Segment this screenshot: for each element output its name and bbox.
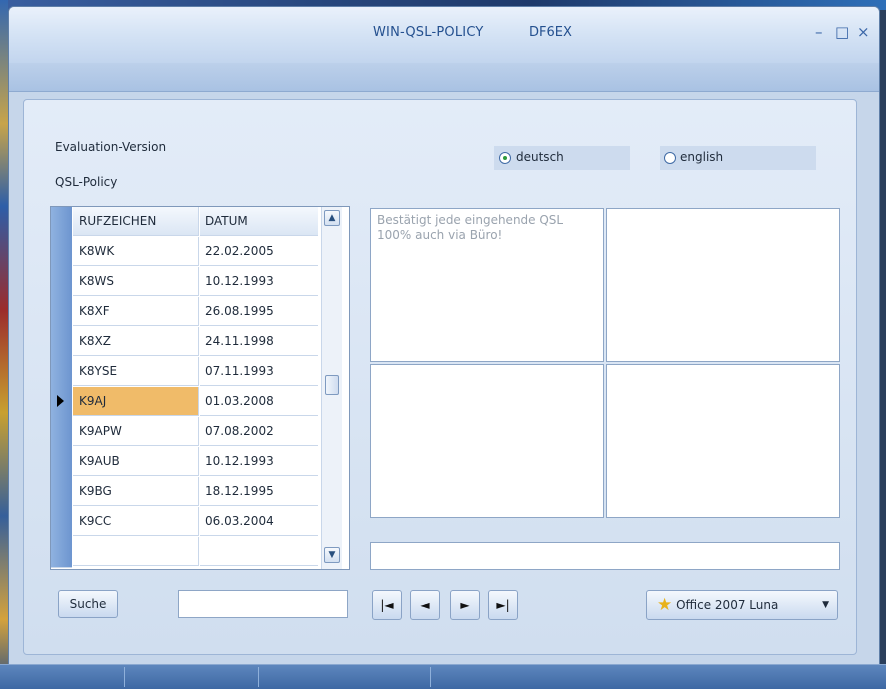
language-option-deutsch[interactable]: deutsch — [494, 146, 630, 170]
row-header — [51, 537, 72, 568]
last-record-button[interactable]: ►| — [488, 590, 518, 620]
close-button[interactable]: × — [857, 23, 870, 41]
taskbar-divider — [430, 667, 431, 687]
qsl-image-panel-3 — [606, 364, 840, 518]
cell-date[interactable]: 22.02.2005 — [200, 237, 318, 266]
table-row-selected[interactable]: K9AJ 01.03.2008 — [51, 387, 329, 418]
cell-callsign — [73, 537, 199, 566]
search-input[interactable] — [178, 590, 348, 618]
cell-callsign[interactable]: K8XZ — [73, 327, 199, 356]
cell-callsign[interactable]: K8XF — [73, 297, 199, 326]
scroll-down-icon[interactable]: ▼ — [324, 547, 340, 563]
row-header[interactable] — [51, 447, 72, 478]
minimize-button[interactable]: – — [815, 23, 823, 41]
language-label-english: english — [680, 150, 724, 164]
status-field — [370, 542, 840, 570]
table-row[interactable]: K8YSE 07.11.1993 — [51, 357, 329, 388]
cell-date[interactable]: 10.12.1993 — [200, 447, 318, 476]
taskbar-divider — [258, 667, 259, 687]
row-header[interactable] — [51, 267, 72, 298]
scroll-thumb[interactable] — [325, 375, 339, 395]
qsl-image-panel-2 — [370, 364, 604, 518]
language-option-english[interactable]: english — [660, 146, 816, 170]
cell-date[interactable]: 24.11.1998 — [200, 327, 318, 356]
current-row-arrow-icon — [57, 395, 64, 407]
star-icon: ★ — [657, 595, 673, 615]
table-row[interactable]: K9AUB 10.12.1993 — [51, 447, 329, 478]
table-row[interactable]: K9APW 07.08.2002 — [51, 417, 329, 448]
cell-callsign[interactable]: K9APW — [73, 417, 199, 446]
cell-callsign[interactable]: K8WK — [73, 237, 199, 266]
row-header[interactable] — [51, 417, 72, 448]
table-row[interactable]: K8XF 26.08.1995 — [51, 297, 329, 328]
qsl-image-panel-1 — [606, 208, 840, 362]
evaluation-label: Evaluation-Version — [55, 140, 167, 154]
cell-callsign[interactable]: K9BG — [73, 477, 199, 506]
table-row-partial — [51, 537, 329, 568]
cell-date[interactable]: 10.12.1993 — [200, 267, 318, 296]
maximize-button[interactable]: □ — [835, 23, 849, 41]
table-row[interactable]: K8WS 10.12.1993 — [51, 267, 329, 298]
scroll-up-icon[interactable]: ▲ — [324, 210, 340, 226]
grid-vertical-scrollbar[interactable]: ▲ ▼ — [321, 207, 342, 569]
radio-english[interactable] — [664, 152, 676, 164]
cell-date[interactable]: 18.12.1995 — [200, 477, 318, 506]
column-header-rufzeichen[interactable]: RUFZEICHEN — [73, 207, 199, 236]
callsign-grid[interactable]: RUFZEICHEN DATUM K8WK 22.02.2005 K8WS 10… — [50, 206, 350, 570]
row-header[interactable] — [51, 357, 72, 388]
taskbar — [0, 664, 886, 689]
window-title: WIN-QSL-POLICY — [373, 25, 484, 40]
language-label-deutsch: deutsch — [516, 150, 564, 164]
theme-dropdown[interactable]: ★ Office 2007 Luna ▼ — [646, 590, 838, 620]
chevron-down-icon: ▼ — [822, 600, 829, 610]
row-header[interactable] — [51, 237, 72, 268]
title-bar: WIN-QSL-POLICY DF6EX – □ × — [9, 7, 879, 64]
first-record-button[interactable]: |◄ — [372, 590, 402, 620]
cell-date[interactable]: 07.11.1993 — [200, 357, 318, 386]
cell-date[interactable]: 26.08.1995 — [200, 297, 318, 326]
ribbon-bar — [9, 63, 879, 92]
desktop-background-left — [0, 0, 8, 688]
policy-text: Bestätigt jede eingehende QSL 100% auch … — [377, 213, 564, 242]
cell-callsign[interactable]: K8YSE — [73, 357, 199, 386]
row-header[interactable] — [51, 507, 72, 538]
cell-callsign[interactable]: K9AUB — [73, 447, 199, 476]
table-row[interactable]: K9CC 06.03.2004 — [51, 507, 329, 538]
policy-text-panel: Bestätigt jede eingehende QSL 100% auch … — [370, 208, 604, 362]
qsl-policy-label: QSL-Policy — [55, 175, 118, 189]
row-header[interactable] — [51, 477, 72, 508]
next-record-button[interactable]: ► — [450, 590, 480, 620]
row-header[interactable] — [51, 297, 72, 328]
cell-date[interactable]: 06.03.2004 — [200, 507, 318, 536]
cell-callsign[interactable]: K8WS — [73, 267, 199, 296]
previous-record-button[interactable]: ◄ — [410, 590, 440, 620]
taskbar-divider — [124, 667, 125, 687]
row-header[interactable] — [51, 387, 72, 418]
table-row[interactable]: K9BG 18.12.1995 — [51, 477, 329, 508]
window-callsign: DF6EX — [529, 25, 572, 40]
grid-header-row: RUFZEICHEN DATUM — [51, 207, 329, 238]
table-row[interactable]: K8WK 22.02.2005 — [51, 237, 329, 268]
search-button[interactable]: Suche — [58, 590, 118, 618]
cell-callsign[interactable]: K9CC — [73, 507, 199, 536]
cell-date — [200, 537, 318, 566]
table-row[interactable]: K8XZ 24.11.1998 — [51, 327, 329, 358]
cell-callsign[interactable]: K9AJ — [73, 387, 199, 416]
radio-deutsch[interactable] — [499, 152, 511, 164]
theme-label: Office 2007 Luna — [676, 598, 779, 612]
cell-date[interactable]: 07.08.2002 — [200, 417, 318, 446]
column-header-datum[interactable]: DATUM — [200, 207, 318, 236]
cell-date[interactable]: 01.03.2008 — [200, 387, 318, 416]
row-header — [51, 207, 72, 238]
row-header[interactable] — [51, 327, 72, 358]
